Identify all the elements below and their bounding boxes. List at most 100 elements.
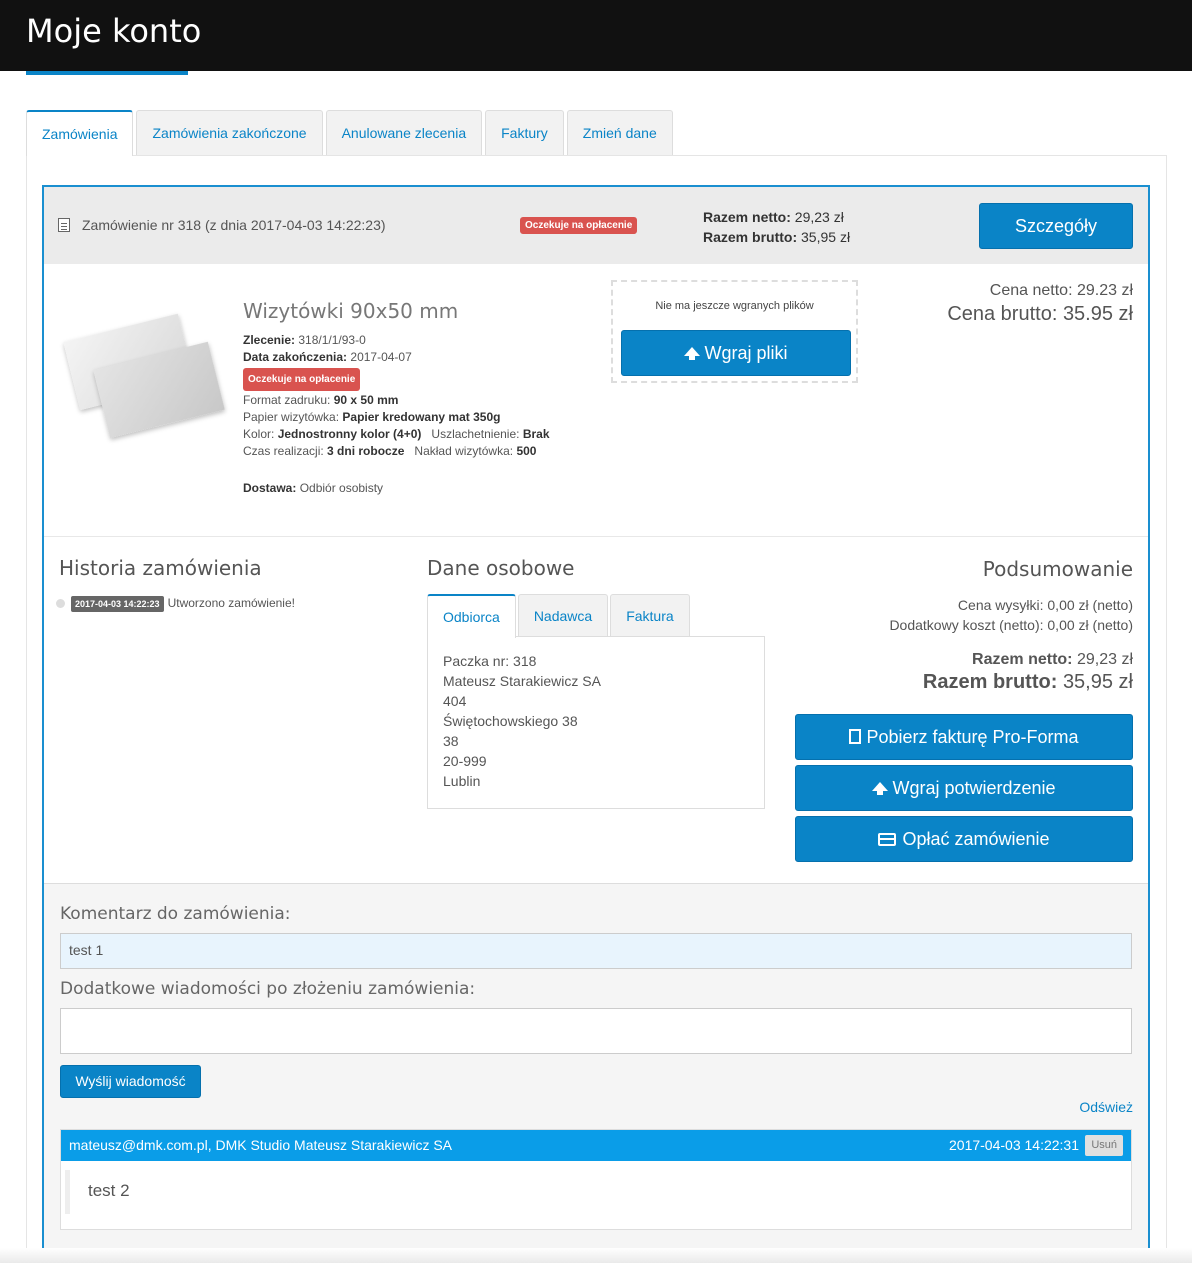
spec-label: Data zakończenia: (243, 350, 348, 364)
spec-value: 3 dni robocze (327, 444, 405, 458)
tab-invoice-data[interactable]: Faktura (610, 594, 690, 637)
upload-files-label: Wgraj pliki (704, 343, 788, 363)
upload-files-button[interactable]: Wgraj pliki (621, 330, 851, 376)
gross-label: Razem brutto: (703, 229, 798, 245)
address-line: Świętochowskiego 38 (443, 713, 578, 729)
account-tabs: Zamówienia Zamówienia zakończone Anulowa… (26, 110, 676, 156)
address-line: Lublin (443, 773, 481, 789)
product-name: Wizytówki 90x50 mm (243, 299, 459, 323)
order-header: Zamówienie nr 318 (z dnia 2017-04-03 14:… (44, 187, 1148, 264)
spec-value: Jednostronny kolor (4+0) (277, 427, 422, 441)
timeline-dot-icon (56, 599, 65, 608)
download-proforma-button[interactable]: Pobierz fakturę Pro-Forma (795, 714, 1133, 760)
summary-gross-label: Razem brutto: (922, 671, 1058, 693)
spec-value: Odbiór osobisty (299, 481, 384, 495)
upload-confirmation-button[interactable]: Wgraj potwierdzenie (795, 765, 1133, 811)
summary: Podsumowanie Cena wysyłki: 0,00 zł (nett… (753, 557, 1133, 694)
comments-section: Komentarz do zamówienia: test 1 Dodatkow… (44, 883, 1148, 1249)
extra-cost: Dodatkowy koszt (netto): 0,00 zł (netto) (889, 617, 1133, 633)
history-title: Historia zamówienia (59, 556, 262, 580)
delete-message-button[interactable]: Usuń (1085, 1135, 1123, 1156)
product-specs: Zlecenie: 318/1/1/93-0 Data zakończenia:… (243, 332, 550, 497)
summary-net-label: Razem netto: (972, 651, 1073, 668)
spec-label: Kolor: (243, 427, 275, 441)
spec-label: Dostawa: (243, 481, 297, 495)
pay-order-label: Opłać zamówienie (902, 829, 1050, 849)
spec-label: Zlecenie: (243, 333, 296, 347)
tab-sender[interactable]: Nadawca (517, 594, 609, 637)
address-line: 20-999 (443, 753, 487, 769)
tab-change-data[interactable]: Zmień dane (566, 110, 673, 155)
divider (44, 536, 1148, 537)
spec-value: Papier kredowany mat 350g (342, 410, 501, 424)
order-totals: Razem netto: 29,23 zł Razem brutto: 35,9… (703, 207, 850, 247)
spec-value: Brak (522, 427, 550, 441)
spec-value: 318/1/1/93-0 (298, 333, 366, 347)
product-image (62, 307, 225, 439)
address-line: 404 (443, 693, 467, 709)
summary-gross-value: 35,95 zł (1062, 671, 1133, 693)
shipping-cost: Cena wysyłki: 0,00 zł (netto) (957, 597, 1133, 613)
product-price: Cena netto: 29.23 zł Cena brutto: 35.95 … (947, 282, 1133, 326)
upload-confirmation-label: Wgraj potwierdzenie (892, 778, 1056, 798)
tab-orders[interactable]: Zamówienia (26, 110, 134, 156)
status-badge: Oczekuje na opłacenie (520, 217, 638, 234)
document-icon (58, 218, 70, 232)
history-entry: 2017-04-03 14:22:23 Utworzono zamówienie! (71, 596, 295, 612)
document-icon (849, 729, 862, 744)
message-body: test 2 (65, 1170, 130, 1214)
personal-data-title: Dane osobowe (427, 556, 575, 580)
spec-value: 500 (516, 444, 537, 458)
credit-card-icon (878, 833, 897, 846)
title-underline (26, 71, 188, 75)
net-label: Razem netto: (703, 209, 791, 225)
upload-note: Nie ma jeszcze wgranych plików (655, 300, 814, 312)
spec-value: 90 x 50 mm (333, 393, 399, 407)
history-text: Utworzono zamówienie! (167, 596, 295, 610)
address-panel: Paczka nr: 318 Mateusz Starakiewicz SA 4… (427, 636, 765, 809)
tab-invoices[interactable]: Faktury (485, 110, 564, 155)
upload-icon (684, 347, 701, 360)
spec-label: Nakład wizytówka: (414, 444, 514, 458)
summary-net-value: 29,23 zł (1076, 651, 1133, 668)
tab-recipient[interactable]: Odbiorca (427, 594, 516, 638)
history-date-badge: 2017-04-03 14:22:23 (71, 596, 164, 612)
gross-value: 35,95 zł (801, 229, 851, 245)
order-card: Zamówienie nr 318 (z dnia 2017-04-03 14:… (42, 185, 1150, 1251)
page-title: Moje konto (26, 12, 202, 50)
pay-order-button[interactable]: Opłać zamówienie (795, 816, 1133, 862)
order-title: Zamówienie nr 318 (z dnia 2017-04-03 14:… (82, 217, 386, 233)
top-bar: Moje konto (0, 0, 1192, 71)
summary-gross: Razem brutto: 35,95 zł (753, 671, 1133, 694)
price-net: Cena netto: 29.23 zł (989, 282, 1133, 299)
tab-completed-orders[interactable]: Zamówienia zakończone (136, 110, 323, 155)
upload-dropzone[interactable]: Nie ma jeszcze wgranych plików Wgraj pli… (611, 280, 858, 383)
product-status-badge: Oczekuje na opłacenie (243, 368, 361, 391)
net-value: 29,23 zł (794, 209, 844, 225)
comment-input[interactable]: test 1 (60, 933, 1132, 969)
refresh-link[interactable]: Odśwież (1079, 1099, 1133, 1115)
message-header: mateusz@dmk.com.pl, DMK Studio Mateusz S… (61, 1130, 1131, 1161)
details-button[interactable]: Szczegóły (979, 203, 1133, 249)
download-proforma-label: Pobierz fakturę Pro-Forma (866, 727, 1079, 747)
address-line: 38 (443, 733, 459, 749)
spec-label: Uszlachetnienie: (431, 427, 520, 441)
bottom-shadow (0, 1248, 1192, 1263)
summary-net: Razem netto: 29,23 zł (753, 651, 1133, 669)
spec-label: Czas realizacji: (243, 444, 324, 458)
price-gross: Cena brutto: 35.95 zł (947, 303, 1133, 325)
spec-label: Format zadruku: (243, 393, 331, 407)
spec-label: Papier wizytówka: (243, 410, 340, 424)
spec-value: 2017-04-07 (350, 350, 412, 364)
message-author: mateusz@dmk.com.pl, DMK Studio Mateusz S… (69, 1137, 453, 1153)
message-textarea[interactable] (60, 1008, 1132, 1054)
message-item: mateusz@dmk.com.pl, DMK Studio Mateusz S… (60, 1129, 1132, 1230)
summary-title: Podsumowanie (982, 557, 1133, 581)
address-line: Paczka nr: 318 (443, 653, 537, 669)
tab-cancelled-orders[interactable]: Anulowane zlecenia (325, 110, 483, 155)
personal-tabs: Odbiorca Nadawca Faktura (427, 594, 692, 638)
address-line: Mateusz Starakiewicz SA (443, 673, 601, 689)
send-message-button[interactable]: Wyślij wiadomość (60, 1065, 201, 1098)
extra-messages-label: Dodatkowe wiadomości po złożeniu zamówie… (60, 979, 476, 999)
message-date: 2017-04-03 14:22:31 (949, 1137, 1079, 1153)
